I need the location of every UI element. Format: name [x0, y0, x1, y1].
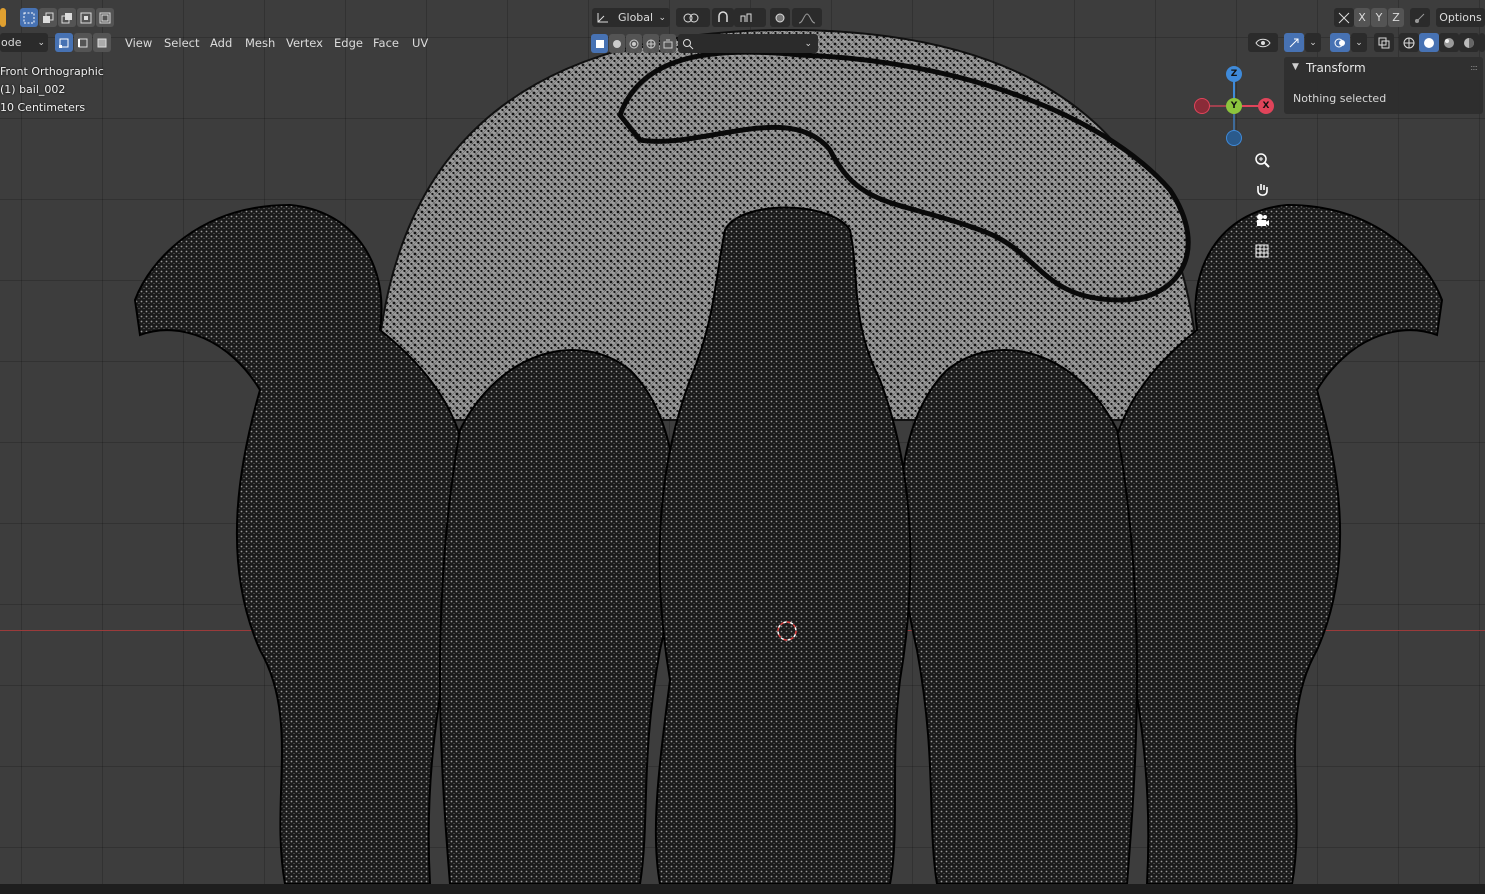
snap-icon[interactable]	[712, 8, 734, 27]
3d-viewport[interactable]: Global ⌄ X Y Z Options ode ⌄ View Select…	[0, 0, 1485, 894]
axis-z-ball[interactable]: Z	[1226, 66, 1242, 82]
overlay-dropdown[interactable]: ⌄	[1351, 33, 1367, 52]
transform-panel-header[interactable]: ▼ Transform ::::	[1284, 57, 1483, 80]
hand-icon[interactable]	[1249, 177, 1275, 203]
menu-add[interactable]: Add	[204, 33, 238, 53]
pivot-icon	[683, 13, 699, 22]
snap-increment-icon	[740, 13, 752, 22]
tool-settings-icon[interactable]	[1410, 8, 1430, 27]
panel-title: Transform	[1306, 61, 1366, 75]
pivot-point-dropdown[interactable]	[676, 8, 710, 27]
panel-body-text: Nothing selected	[1293, 92, 1387, 105]
left-wing-mesh	[439, 349, 678, 885]
mode-dropdown[interactable]: ode ⌄	[0, 33, 48, 52]
axis-z-toggle[interactable]: Z	[1388, 8, 1404, 27]
menu-uv[interactable]: UV	[406, 33, 434, 53]
falloff-dropdown[interactable]	[792, 8, 822, 27]
zoom-icon[interactable]	[1249, 147, 1275, 173]
material-icon[interactable]	[609, 34, 625, 53]
axis-x-toggle[interactable]: X	[1354, 8, 1370, 27]
outliner-filter-icon[interactable]	[591, 34, 608, 53]
grid-icon[interactable]	[1249, 238, 1275, 264]
options-button[interactable]: Options	[1436, 8, 1485, 27]
scale-label: 10 Centimeters	[0, 101, 86, 114]
proportional-edit-icon[interactable]	[770, 8, 790, 27]
view-name-label: Front Orthographic	[0, 65, 104, 78]
camera-icon[interactable]	[1249, 207, 1275, 233]
shading-rendered-icon[interactable]	[1459, 33, 1479, 52]
menu-select[interactable]: Select	[158, 33, 205, 53]
right-wing-mesh	[899, 349, 1138, 885]
gizmo-toggle-icon[interactable]	[1284, 33, 1304, 52]
snap-target-dropdown[interactable]	[734, 8, 766, 27]
menu-edge[interactable]: Edge	[328, 33, 369, 53]
search-icon	[683, 38, 694, 49]
menu-mesh[interactable]: Mesh	[239, 33, 281, 53]
editor-type-button[interactable]	[0, 8, 6, 27]
gizmo-dropdown[interactable]: ⌄	[1305, 33, 1321, 52]
layers-icon[interactable]	[660, 34, 676, 53]
menu-view[interactable]: View	[119, 33, 158, 53]
texture-icon[interactable]	[626, 34, 642, 53]
face-select-mode-icon[interactable]	[93, 33, 111, 52]
object-name-label: (1) bail_002	[0, 83, 66, 96]
select-invert-icon[interactable]	[77, 8, 95, 27]
chevron-down-icon: ⌄	[804, 38, 812, 49]
shading-solid-icon[interactable]	[1419, 33, 1439, 52]
axis-neg-x-ball[interactable]	[1194, 98, 1210, 114]
shading-wireframe-icon[interactable]	[1399, 33, 1419, 52]
status-strip	[0, 884, 1485, 894]
select-subtract-icon[interactable]	[58, 8, 76, 27]
collapse-arrow-icon: ▼	[1292, 62, 1299, 72]
xray-icon[interactable]	[1374, 33, 1394, 52]
chevron-down-icon: ⌄	[1355, 37, 1363, 48]
world-icon[interactable]	[643, 34, 659, 53]
transform-orientation-dropdown[interactable]: Global ⌄	[592, 8, 670, 27]
shading-dropdown[interactable]	[1479, 33, 1485, 52]
search-input[interactable]: ⌄	[678, 34, 818, 53]
transform-panel: ▼ Transform :::: Nothing selected	[1284, 57, 1483, 114]
axis-neg-z-ball[interactable]	[1226, 130, 1242, 146]
overlay-icon[interactable]	[1330, 33, 1350, 52]
mirror-icon[interactable]	[1334, 8, 1354, 27]
chevron-down-icon: ⌄	[658, 12, 666, 23]
visibility-dropdown[interactable]	[1248, 33, 1278, 52]
chevron-down-icon: ⌄	[37, 37, 45, 48]
falloff-icon	[798, 12, 816, 23]
select-extend-icon[interactable]	[39, 8, 57, 27]
select-box-icon[interactable]	[20, 8, 38, 27]
chevron-down-icon: ⌄	[1309, 37, 1317, 48]
drag-grip-icon[interactable]: ::::	[1470, 63, 1478, 72]
eye-icon	[1255, 38, 1271, 47]
axis-y-toggle[interactable]: Y	[1371, 8, 1387, 27]
shading-material-icon[interactable]	[1439, 33, 1459, 52]
select-intersect-icon[interactable]	[96, 8, 114, 27]
edge-select-mode-icon[interactable]	[74, 33, 92, 52]
vertex-select-mode-icon[interactable]	[55, 33, 73, 52]
menu-vertex[interactable]: Vertex	[280, 33, 329, 53]
menu-face[interactable]: Face	[367, 33, 405, 53]
axis-x-ball[interactable]: X	[1258, 98, 1274, 114]
axis-y-ball[interactable]: Y	[1226, 98, 1242, 114]
orientation-icon	[597, 12, 608, 22]
